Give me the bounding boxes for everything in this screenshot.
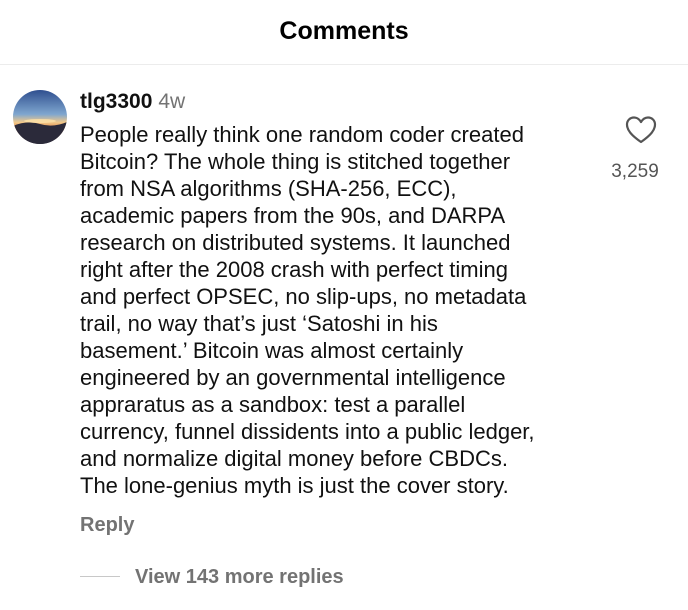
sunset-landscape-avatar-icon bbox=[13, 90, 67, 144]
comments-header: Comments bbox=[0, 0, 688, 65]
like-count: 3,259 bbox=[611, 161, 659, 182]
username[interactable]: tlg3300 bbox=[80, 90, 152, 113]
reply-button[interactable]: Reply bbox=[80, 512, 134, 538]
comment-timestamp: 4w bbox=[158, 90, 186, 113]
comment-meta: tlg3300 4w bbox=[80, 89, 185, 115]
like-button[interactable] bbox=[625, 115, 657, 145]
replies-divider bbox=[80, 576, 120, 577]
heart-outline-icon bbox=[625, 116, 657, 144]
view-more-replies-button[interactable]: View 143 more replies bbox=[135, 564, 344, 590]
avatar[interactable] bbox=[13, 90, 67, 144]
comment-text: People really think one random coder cre… bbox=[80, 122, 535, 498]
page-title: Comments bbox=[279, 17, 409, 45]
